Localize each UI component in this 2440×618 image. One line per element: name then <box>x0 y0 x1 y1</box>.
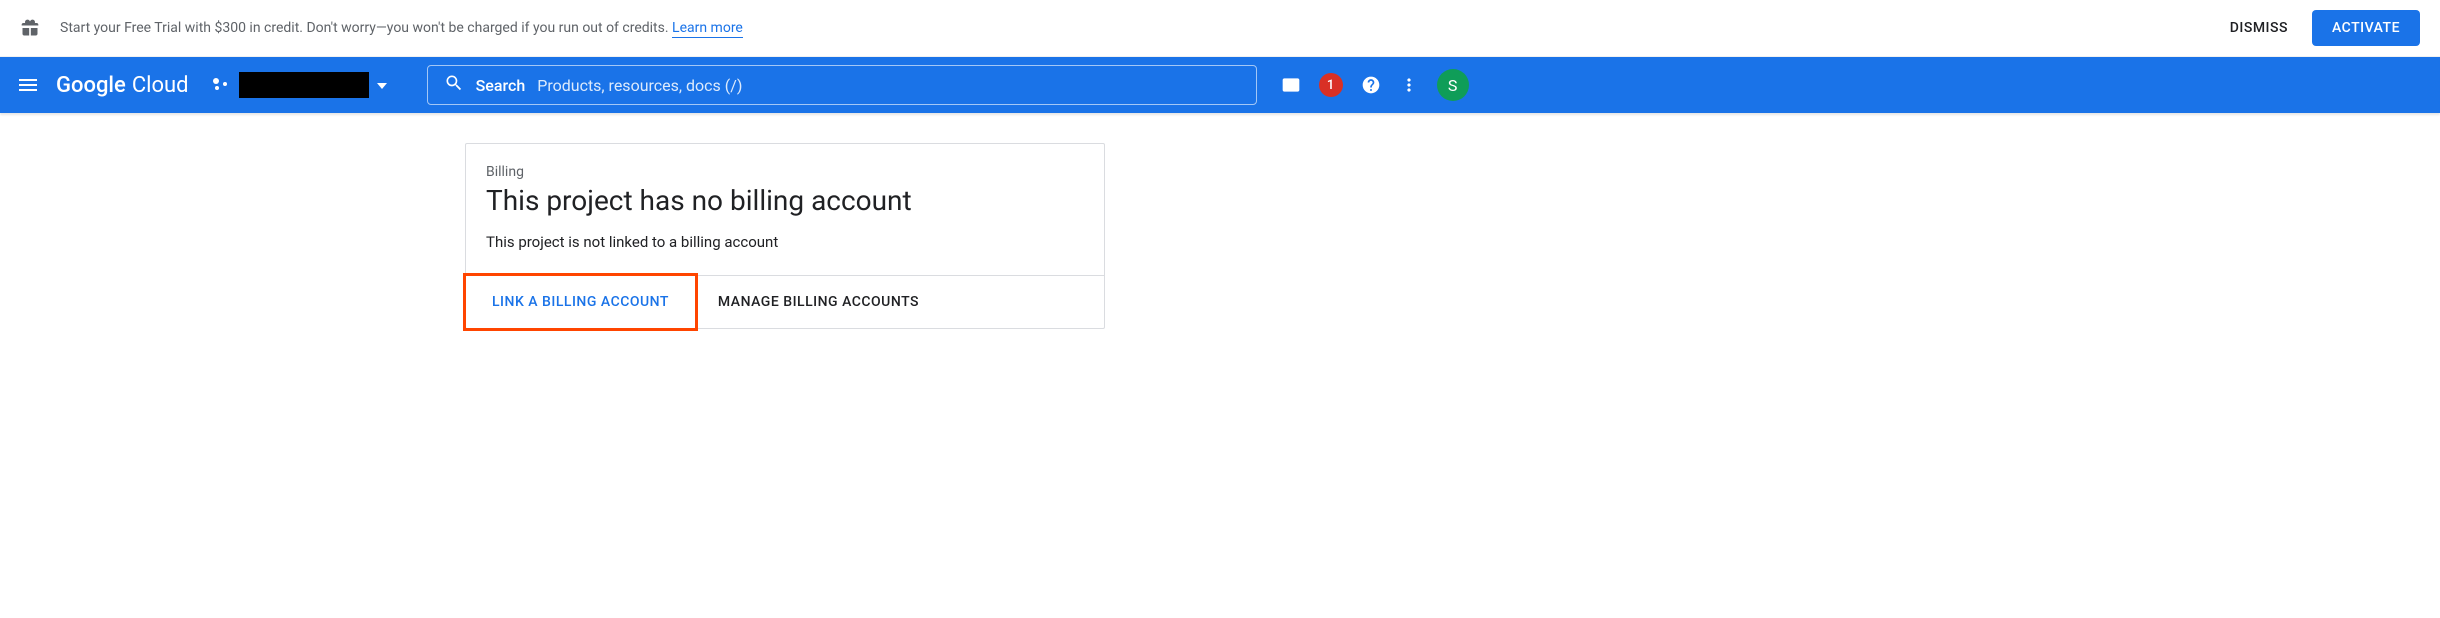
avatar[interactable]: S <box>1437 69 1469 101</box>
main-content: Billing This project has no billing acco… <box>0 113 2440 359</box>
billing-card: Billing This project has no billing acco… <box>465 143 1105 329</box>
logo-google: Google <box>56 73 126 98</box>
search-label: Search <box>476 76 526 95</box>
promo-text: Start your Free Trial with $300 in credi… <box>60 20 2214 36</box>
link-billing-account-button[interactable]: LINK A BILLING ACCOUNT <box>463 273 698 331</box>
dismiss-button[interactable]: DISMISS <box>2214 12 2304 44</box>
help-icon[interactable] <box>1361 75 1381 95</box>
header-actions: 1 S <box>1281 69 1469 101</box>
card-description: This project is not linked to a billing … <box>486 233 1084 251</box>
project-name-redacted <box>239 72 369 98</box>
activate-button[interactable]: ACTIVATE <box>2312 10 2420 46</box>
manage-billing-accounts-button[interactable]: MANAGE BILLING ACCOUNTS <box>698 276 939 328</box>
card-actions: LINK A BILLING ACCOUNT MANAGE BILLING AC… <box>466 275 1104 328</box>
notification-badge[interactable]: 1 <box>1319 73 1343 97</box>
gift-icon <box>20 18 40 38</box>
project-selector[interactable] <box>213 72 387 98</box>
logo-cloud: Cloud <box>132 73 189 98</box>
menu-icon[interactable] <box>16 73 40 97</box>
card-subtitle: Billing <box>486 164 1084 180</box>
search-placeholder: Products, resources, docs (/) <box>537 76 742 95</box>
promo-banner: Start your Free Trial with $300 in credi… <box>0 0 2440 57</box>
header-bar: Google Cloud Search Products, resources,… <box>0 57 2440 113</box>
search-icon <box>444 73 464 97</box>
learn-more-link[interactable]: Learn more <box>672 20 743 38</box>
chevron-down-icon <box>377 76 387 95</box>
google-cloud-logo[interactable]: Google Cloud <box>56 73 189 98</box>
cloud-shell-icon[interactable] <box>1281 75 1301 95</box>
card-body: Billing This project has no billing acco… <box>466 144 1104 275</box>
project-icon <box>213 76 231 94</box>
search-bar[interactable]: Search Products, resources, docs (/) <box>427 65 1257 105</box>
more-icon[interactable] <box>1399 75 1419 95</box>
promo-message: Start your Free Trial with $300 in credi… <box>60 20 672 36</box>
card-title: This project has no billing account <box>486 184 1084 217</box>
